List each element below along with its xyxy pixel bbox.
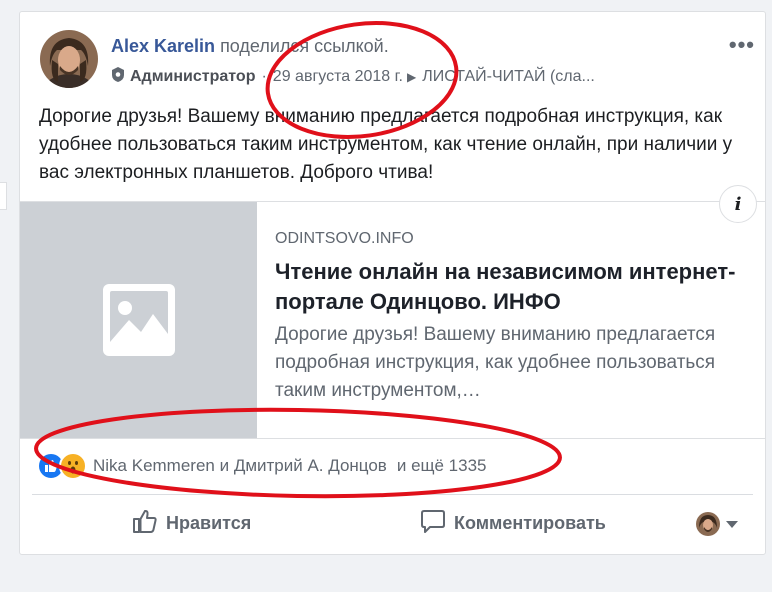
like-button-label: Нравится xyxy=(166,513,252,533)
admin-role-label: Администратор xyxy=(130,68,256,85)
meta-separator: · xyxy=(261,68,267,85)
adjacent-panel-edge xyxy=(0,182,7,210)
author-avatar[interactable] xyxy=(40,30,98,88)
admin-shield-icon xyxy=(111,67,125,87)
reactions-summary[interactable]: Nika Kemmeren и Дмитрий А. Донцов и ещё … xyxy=(37,452,487,480)
triangle-right-icon: ▶ xyxy=(406,70,417,84)
preview-description: Дорогие друзья! Вашему вниманию предлага… xyxy=(275,324,716,401)
thumbs-up-icon xyxy=(132,508,158,539)
like-button[interactable]: Нравится xyxy=(132,508,251,539)
image-placeholder-icon xyxy=(20,202,257,438)
viewer-avatar xyxy=(696,512,720,536)
reaction-names[interactable]: Nika Kemmeren и Дмитрий А. Донцов xyxy=(93,456,387,476)
wow-reaction-icon xyxy=(59,452,87,480)
comment-button-label: Комментировать xyxy=(454,513,606,533)
author-line: Alex Karelin поделился ссылкой. xyxy=(111,36,389,57)
post-text: Дорогие друзья! Вашему вниманию предлага… xyxy=(39,106,733,183)
preview-domain: ODINTSOVO.INFO xyxy=(275,230,414,247)
comment-button[interactable]: Комментировать xyxy=(420,508,606,539)
group-name-link[interactable]: ЛИСТАЙ-ЧИТАЙ (сла... xyxy=(422,68,595,86)
info-button[interactable]: i xyxy=(719,185,757,223)
actions-divider xyxy=(32,494,753,495)
post-date-link[interactable]: 29 августа 2018 г. xyxy=(273,68,403,86)
chevron-down-icon xyxy=(726,520,738,528)
reaction-more-count[interactable]: и ещё 1335 xyxy=(397,456,487,476)
post-action-text: поделился ссылкой. xyxy=(220,36,389,56)
identity-chooser[interactable] xyxy=(696,512,738,536)
post-card: Alex Karelin поделился ссылкой. Админист… xyxy=(19,11,766,555)
more-options-icon[interactable]: ••• xyxy=(729,32,755,58)
comment-bubble-icon xyxy=(420,508,446,539)
post-meta: Администратор · 29 августа 2018 г. ▶ ЛИС… xyxy=(111,67,595,87)
preview-title[interactable]: Чтение онлайн на независимом интернет-по… xyxy=(275,257,745,317)
link-preview[interactable]: ODINTSOVO.INFO Чтение онлайн на независи… xyxy=(20,201,765,439)
author-name-link[interactable]: Alex Karelin xyxy=(111,36,215,56)
